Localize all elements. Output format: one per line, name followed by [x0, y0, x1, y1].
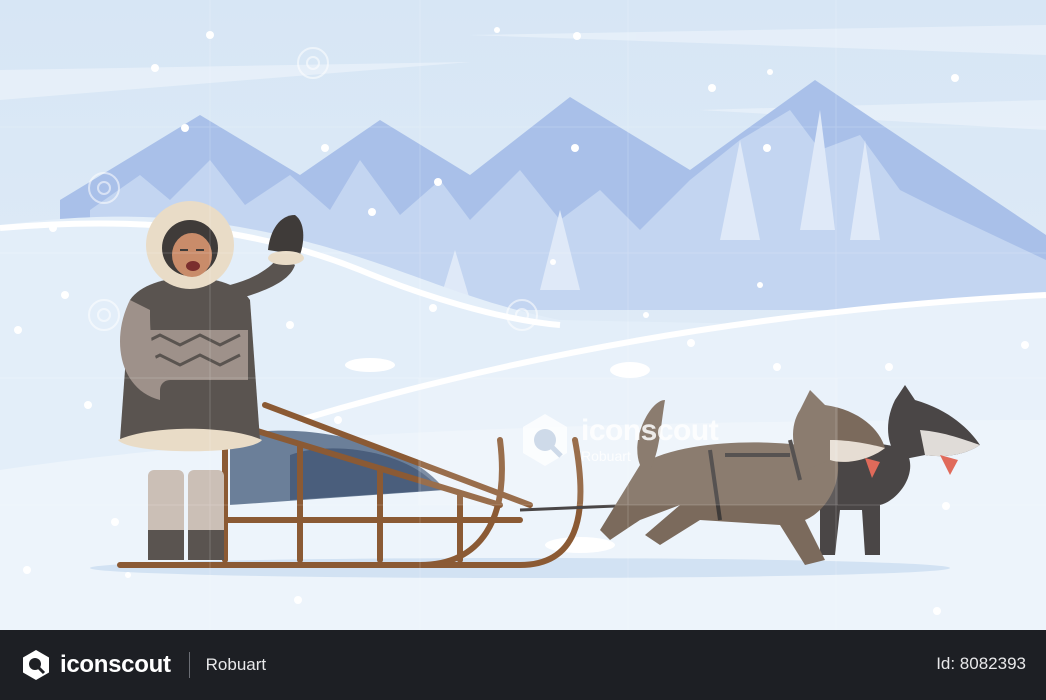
- watermark-brand: iconscout: [581, 414, 719, 447]
- center-watermark: iconscout Robuart: [515, 410, 719, 470]
- watermark-author: Robuart: [581, 448, 631, 464]
- footer-brand: iconscout: [60, 651, 171, 678]
- illustration-canvas: iconscout Robuart: [0, 0, 1046, 630]
- footer-divider: [188, 652, 190, 678]
- footer-author[interactable]: Robuart: [206, 655, 266, 675]
- footer-bar: iconscout Robuart Id: 8082393: [0, 630, 1046, 700]
- asset-id: Id: 8082393: [936, 654, 1026, 673]
- footer-logo[interactable]: iconscout: [20, 649, 171, 681]
- iconscout-logo-icon: [523, 414, 567, 466]
- iconscout-logo-icon: [23, 650, 49, 680]
- snow-scene: [0, 0, 1046, 630]
